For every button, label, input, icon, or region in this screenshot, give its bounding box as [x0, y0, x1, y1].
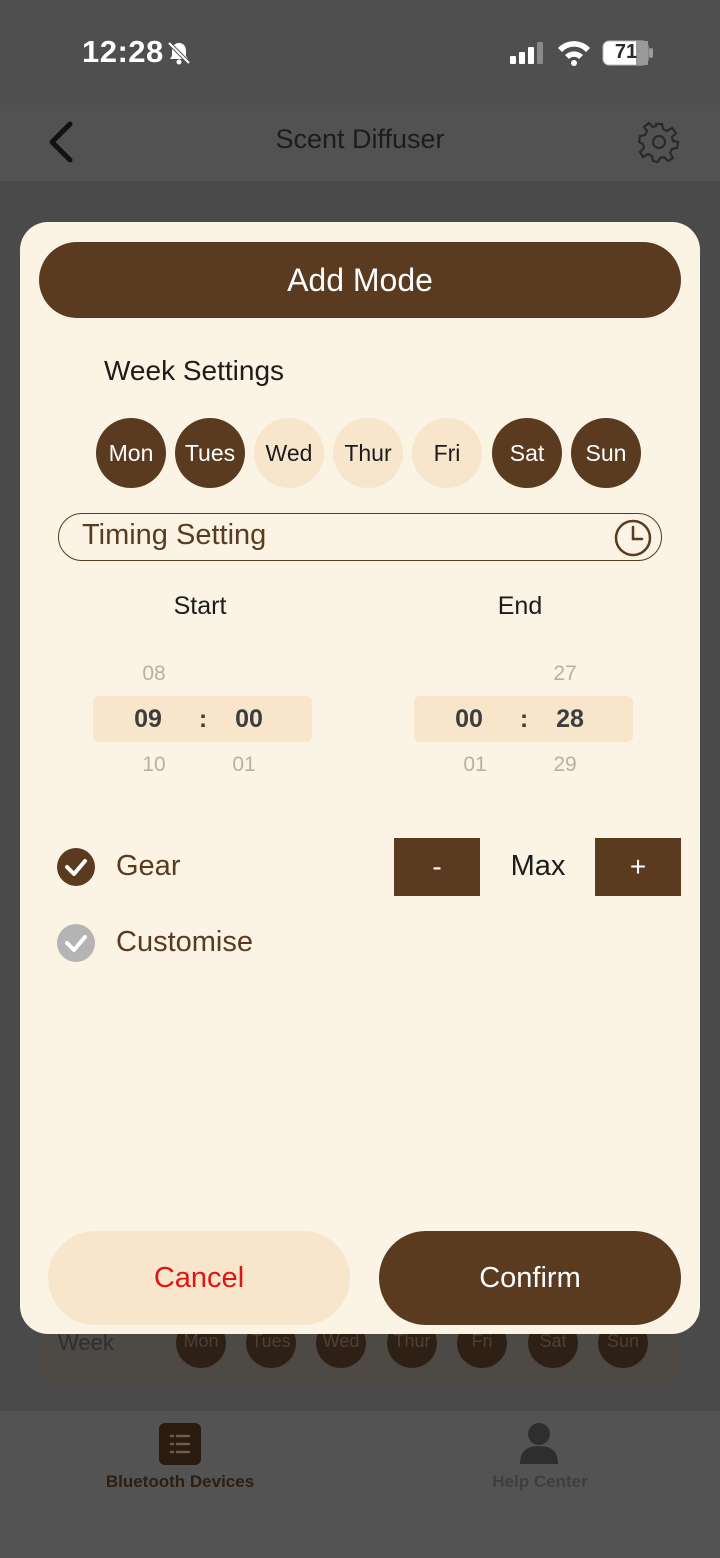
- end-time-separator: :: [519, 705, 529, 733]
- day-toggle-tues[interactable]: Tues: [175, 418, 245, 488]
- end-minute-value[interactable]: 28: [540, 705, 600, 734]
- day-toggle-thur[interactable]: Thur: [333, 418, 403, 488]
- battery-icon: 71: [602, 40, 654, 66]
- check-icon: [65, 935, 87, 952]
- list-icon[interactable]: [159, 1423, 201, 1465]
- cancel-button[interactable]: Cancel: [48, 1231, 350, 1325]
- start-minute-next[interactable]: 01: [214, 753, 274, 777]
- customise-label[interactable]: Customise: [116, 926, 253, 959]
- page-title: Scent Diffuser: [275, 124, 445, 154]
- day-toggle-sat[interactable]: Sat: [492, 418, 562, 488]
- cellular-signal-icon: [510, 42, 543, 64]
- start-hour-next[interactable]: 10: [124, 753, 184, 777]
- end-hour-value[interactable]: 00: [439, 705, 499, 734]
- wifi-icon: [558, 41, 590, 66]
- end-minute-prev[interactable]: 27: [535, 662, 595, 686]
- day-toggle-sun[interactable]: Sun: [571, 418, 641, 488]
- check-icon: [65, 859, 87, 876]
- start-time-label: Start: [173, 592, 227, 620]
- gear-decrease-button[interactable]: -: [394, 838, 480, 896]
- day-toggle-mon[interactable]: Mon: [96, 418, 166, 488]
- gear-label[interactable]: Gear: [116, 850, 180, 883]
- customise-checkbox[interactable]: [57, 924, 95, 962]
- bell-muted-icon: [167, 41, 191, 65]
- day-toggle-fri[interactable]: Fri: [412, 418, 482, 488]
- week-settings-label: Week Settings: [104, 355, 285, 386]
- start-hour-prev[interactable]: 08: [124, 662, 184, 686]
- gear-checkbox[interactable]: [57, 848, 95, 886]
- user-icon[interactable]: [518, 1420, 560, 1466]
- end-hour-next[interactable]: 01: [445, 753, 505, 777]
- add-mode-modal: [20, 222, 700, 1334]
- gear-increase-button[interactable]: +: [595, 838, 681, 896]
- clock-icon[interactable]: [613, 518, 653, 558]
- day-toggle-wed[interactable]: Wed: [254, 418, 324, 488]
- status-time: 12:28: [82, 34, 164, 69]
- settings-gear-icon[interactable]: [638, 121, 680, 163]
- modal-title: Add Mode: [39, 242, 681, 318]
- end-time-label: End: [497, 592, 543, 620]
- timing-setting-label: Timing Setting: [82, 519, 267, 551]
- start-time-separator: :: [198, 705, 208, 733]
- confirm-button[interactable]: Confirm: [379, 1231, 681, 1325]
- end-minute-next[interactable]: 29: [535, 753, 595, 777]
- start-minute-value[interactable]: 00: [219, 705, 279, 734]
- gear-value: Max: [510, 850, 566, 882]
- battery-level: 71: [614, 41, 638, 63]
- tab-bluetooth-devices[interactable]: Bluetooth Devices: [60, 1472, 300, 1492]
- tab-help-center[interactable]: Help Center: [420, 1472, 660, 1492]
- start-hour-value[interactable]: 09: [118, 705, 178, 734]
